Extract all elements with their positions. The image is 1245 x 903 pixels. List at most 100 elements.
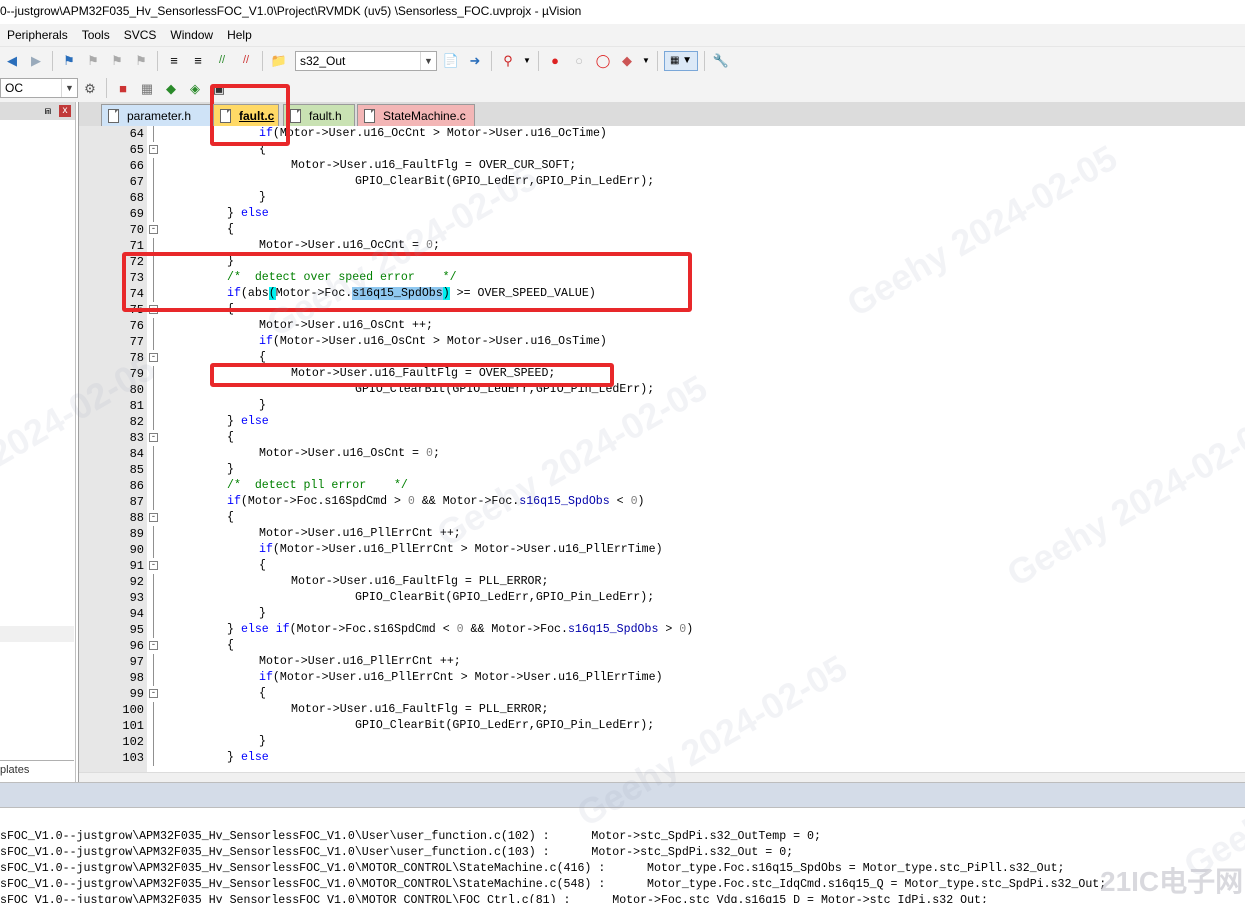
- tab-fault-c[interactable]: fault.c: [213, 104, 279, 126]
- pane-splitter[interactable]: [0, 782, 1245, 808]
- code-line[interactable]: 75- {: [79, 302, 1245, 318]
- chevron-down-icon[interactable]: ▼: [522, 51, 532, 71]
- find-result-line[interactable]: sFOC_V1.0--justgrow\APM32F035_Hv_Sensorl…: [0, 877, 1106, 893]
- code-line[interactable]: 97 Motor->User.u16_PllErrCnt ++;: [79, 654, 1245, 670]
- kill-breakpoints-icon[interactable]: ◯: [593, 51, 613, 71]
- code-line[interactable]: 81}: [79, 398, 1245, 414]
- menu-peripherals[interactable]: Peripherals: [0, 28, 75, 42]
- code-line[interactable]: 87 if(Motor->Foc.s16SpdCmd > 0 && Motor->…: [79, 494, 1245, 510]
- collapse-icon[interactable]: -: [149, 433, 158, 442]
- code-line[interactable]: 76 Motor->User.u16_OsCnt ++;: [79, 318, 1245, 334]
- pin-icon[interactable]: ⩎: [45, 105, 51, 118]
- find-icon[interactable]: 📄: [441, 51, 461, 71]
- code-line[interactable]: 100 Motor->User.u16_FaultFlg = PLL_ERROR;: [79, 702, 1245, 718]
- collapse-icon[interactable]: -: [149, 689, 158, 698]
- chevron-down-icon[interactable]: ▼: [61, 79, 77, 97]
- collapse-icon[interactable]: -: [149, 561, 158, 570]
- code-line[interactable]: 95} else if(Motor->Foc.s16SpdCmd < 0 && …: [79, 622, 1245, 638]
- uncomment-icon[interactable]: //: [236, 51, 256, 71]
- code-line[interactable]: 83- {: [79, 430, 1245, 446]
- menu-help[interactable]: Help: [220, 28, 259, 42]
- code-line[interactable]: 88- {: [79, 510, 1245, 526]
- wrench-icon[interactable]: 🔧: [711, 51, 731, 71]
- menu-svcs[interactable]: SVCS: [117, 28, 164, 42]
- code-line[interactable]: 79 Motor->User.u16_FaultFlg = OVER_SPEED;: [79, 366, 1245, 382]
- clear-bookmarks-icon[interactable]: ⚑: [131, 51, 151, 71]
- disable-breakpoint-icon[interactable]: ○: [569, 51, 589, 71]
- configure-icon[interactable]: ◆: [617, 51, 637, 71]
- unindent-icon[interactable]: ≡: [188, 51, 208, 71]
- prev-bookmark-icon[interactable]: ⚑: [83, 51, 103, 71]
- code-line[interactable]: 69} else: [79, 206, 1245, 222]
- code-line[interactable]: 66 Motor->User.u16_FaultFlg = OVER_CUR_SO…: [79, 158, 1245, 174]
- target-options-icon[interactable]: ⚙: [80, 78, 100, 98]
- tab-parameter-h[interactable]: parameter.h: [101, 104, 211, 126]
- breakpoint-icon[interactable]: ●: [545, 51, 565, 71]
- comment-icon[interactable]: //: [212, 51, 232, 71]
- next-bookmark-icon[interactable]: ⚑: [107, 51, 127, 71]
- code-line[interactable]: 80 GPIO_ClearBit(GPIO_LedErr,GPIO_Pin_Led…: [79, 382, 1245, 398]
- find-result-line[interactable]: sFOC_V1.0--justgrow\APM32F035_Hv_Sensorl…: [0, 845, 793, 861]
- collapse-icon[interactable]: -: [149, 145, 158, 154]
- code-line[interactable]: 96- {: [79, 638, 1245, 654]
- code-view[interactable]: 64 if(Motor->User.u16_OcCnt > Motor->User…: [79, 126, 1245, 772]
- code-line[interactable]: 91- {: [79, 558, 1245, 574]
- code-line[interactable]: 68}: [79, 190, 1245, 206]
- code-line[interactable]: 67 GPIO_ClearBit(GPIO_LedErr,GPIO_Pin_Led…: [79, 174, 1245, 190]
- code-line[interactable]: 92 Motor->User.u16_FaultFlg = PLL_ERROR;: [79, 574, 1245, 590]
- horizontal-scrollbar[interactable]: [79, 772, 1245, 782]
- nav-forward-icon[interactable]: ▶: [26, 51, 46, 71]
- code-line[interactable]: 84 Motor->User.u16_OsCnt = 0;: [79, 446, 1245, 462]
- code-line[interactable]: 85}: [79, 462, 1245, 478]
- code-line[interactable]: 78- {: [79, 350, 1245, 366]
- tab-fault-h[interactable]: fault.h: [283, 104, 355, 126]
- find-combo[interactable]: s32_Out ▼: [295, 50, 437, 71]
- collapse-icon[interactable]: -: [149, 305, 158, 314]
- code-line[interactable]: 102}: [79, 734, 1245, 750]
- chevron-down-icon[interactable]: ▼: [420, 51, 436, 70]
- file-extensions-icon[interactable]: ▦: [137, 78, 157, 98]
- code-line[interactable]: 82} else: [79, 414, 1245, 430]
- menu-tools[interactable]: Tools: [75, 28, 117, 42]
- code-line[interactable]: 98 if(Motor->User.u16_PllErrCnt > Motor->…: [79, 670, 1245, 686]
- code-line[interactable]: 99- {: [79, 686, 1245, 702]
- code-line[interactable]: 103} else: [79, 750, 1245, 766]
- code-line[interactable]: 70- {: [79, 222, 1245, 238]
- indent-icon[interactable]: ≡: [164, 51, 184, 71]
- chevron-down-icon[interactable]: ▼: [641, 51, 651, 71]
- pack-installer-icon[interactable]: ◈: [185, 78, 205, 98]
- collapse-icon[interactable]: -: [149, 353, 158, 362]
- code-line[interactable]: 74 if(abs(Motor->Foc.s16q15_SpdObs) >= OV…: [79, 286, 1245, 302]
- bookmark-icon[interactable]: ⚑: [59, 51, 79, 71]
- manage-components-icon[interactable]: ■: [113, 78, 133, 98]
- code-line[interactable]: 64 if(Motor->User.u16_OcCnt > Motor->User…: [79, 126, 1245, 142]
- code-line[interactable]: 94}: [79, 606, 1245, 622]
- project-target-combo[interactable]: OC ▼: [0, 78, 78, 98]
- find-result-line[interactable]: sFOC_V1.0--justgrow\APM32F035_Hv_Sensorl…: [0, 829, 821, 845]
- select-packs-icon[interactable]: ◆: [161, 78, 181, 98]
- code-line[interactable]: 65- {: [79, 142, 1245, 158]
- collapse-icon[interactable]: -: [149, 225, 158, 234]
- rte-icon[interactable]: ▣: [209, 78, 229, 98]
- find-result-line[interactable]: sFOC_V1.0--justgrow\APM32F035_Hv_Sensorl…: [0, 861, 1064, 877]
- collapse-icon[interactable]: -: [149, 513, 158, 522]
- menu-window[interactable]: Window: [163, 28, 220, 42]
- templates-tab[interactable]: plates: [0, 760, 74, 780]
- tab-statemachine-c[interactable]: StateMachine.c: [357, 104, 475, 126]
- code-line[interactable]: 89 Motor->User.u16_PllErrCnt ++;: [79, 526, 1245, 542]
- nav-back-icon[interactable]: ◀: [2, 51, 22, 71]
- find-result-line[interactable]: sFOC_V1.0--justgrow\APM32F035_Hv_Sensorl…: [0, 893, 988, 903]
- debug-session-icon[interactable]: ⚲: [498, 51, 518, 71]
- code-line[interactable]: 77 if(Motor->User.u16_OsCnt > Motor->User…: [79, 334, 1245, 350]
- code-line[interactable]: 72}: [79, 254, 1245, 270]
- incremental-find-icon[interactable]: ➜: [465, 51, 485, 71]
- code-line[interactable]: 101 GPIO_ClearBit(GPIO_LedErr,GPIO_Pin_Le…: [79, 718, 1245, 734]
- code-line[interactable]: 86 /* detect pll error */: [79, 478, 1245, 494]
- code-line[interactable]: 73 /* detect over speed error */: [79, 270, 1245, 286]
- close-icon[interactable]: x: [59, 105, 71, 117]
- collapse-icon[interactable]: -: [149, 641, 158, 650]
- window-layout-icon[interactable]: ▦ ▼: [664, 50, 698, 71]
- code-line[interactable]: 90 if(Motor->User.u16_PllErrCnt > Motor->…: [79, 542, 1245, 558]
- code-line[interactable]: 93 GPIO_ClearBit(GPIO_LedErr,GPIO_Pin_Led…: [79, 590, 1245, 606]
- code-line[interactable]: 71 Motor->User.u16_OcCnt = 0;: [79, 238, 1245, 254]
